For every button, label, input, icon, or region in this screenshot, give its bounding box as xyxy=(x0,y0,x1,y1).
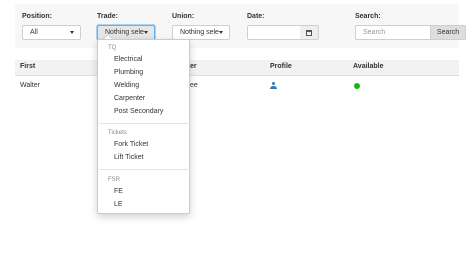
date-label: Date: xyxy=(247,13,265,20)
position-select[interactable]: All xyxy=(22,25,81,40)
column-header-first: First xyxy=(20,63,36,70)
option-carpenter[interactable]: Carpenter xyxy=(114,95,145,102)
position-value: All xyxy=(30,29,38,36)
person-icon[interactable] xyxy=(270,82,277,90)
search-button[interactable]: Search xyxy=(431,25,466,40)
option-plumbing[interactable]: Plumbing xyxy=(114,69,143,76)
chevron-down-icon xyxy=(70,31,74,34)
option-le[interactable]: LE xyxy=(114,201,123,208)
search-input[interactable]: Search xyxy=(355,25,431,40)
option-post-secondary[interactable]: Post Secondary xyxy=(114,108,163,115)
trade-label: Trade: xyxy=(97,13,119,20)
column-header-profile: Profile xyxy=(270,63,292,70)
chevron-down-icon xyxy=(144,31,148,34)
dropdown-arrow-inner xyxy=(104,35,112,39)
cell-first: Walter xyxy=(20,82,40,89)
group-header-fsr: FSR xyxy=(108,177,120,183)
cell-col2: ee xyxy=(190,82,198,89)
union-label: Union: xyxy=(172,13,195,20)
option-electrical[interactable]: Electrical xyxy=(114,56,142,63)
menu-divider xyxy=(99,169,188,170)
option-fork-ticket[interactable]: Fork Ticket xyxy=(114,141,148,148)
option-fe[interactable]: FE xyxy=(114,188,123,195)
chevron-down-icon xyxy=(219,31,223,34)
union-value: Nothing sele xyxy=(180,29,219,36)
available-status-icon xyxy=(354,83,360,89)
trade-dropdown-menu: TQ Electrical Plumbing Welding Carpenter… xyxy=(97,39,190,214)
group-header-tickets: Tickets xyxy=(108,130,127,136)
option-welding[interactable]: Welding xyxy=(114,82,139,89)
date-input[interactable] xyxy=(247,25,301,40)
menu-divider xyxy=(99,123,188,124)
column-header-2: er xyxy=(190,63,197,70)
filter-bar: Position: All Trade: Nothing sele Union:… xyxy=(15,4,466,48)
option-lift-ticket[interactable]: Lift Ticket xyxy=(114,154,144,161)
search-placeholder: Search xyxy=(363,29,386,36)
group-header-tq: TQ xyxy=(108,45,117,51)
search-label: Search: xyxy=(355,13,381,20)
column-header-available: Available xyxy=(353,63,384,70)
date-picker-button[interactable] xyxy=(300,25,319,40)
table-row: Walter ee xyxy=(15,76,459,96)
calendar-icon xyxy=(306,30,312,36)
table-header: First er Profile Available xyxy=(15,60,459,76)
union-select[interactable]: Nothing sele xyxy=(172,25,230,40)
position-label: Position: xyxy=(22,13,52,20)
